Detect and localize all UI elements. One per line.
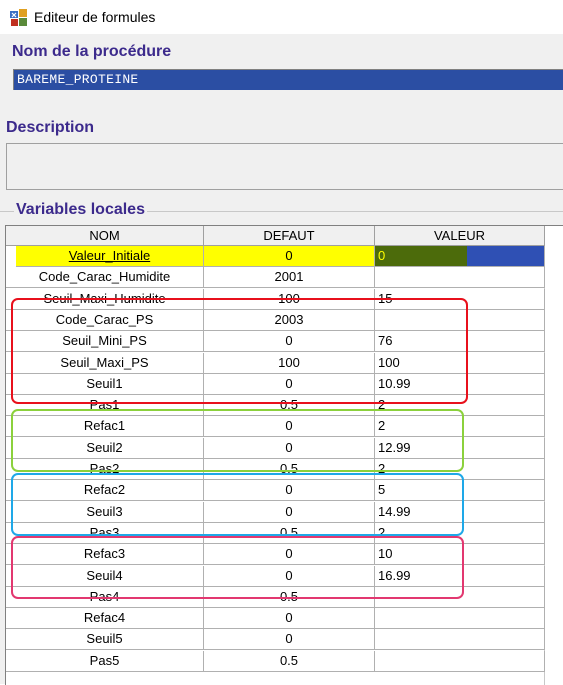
cell-defaut[interactable]: 0 [204,501,375,523]
cell-valeur[interactable]: 14.99 [375,501,545,523]
window-title: Editeur de formules [34,9,156,25]
table-row[interactable]: Refac1 0 2 [6,416,545,438]
cell-defaut[interactable]: 0 [204,416,375,438]
table-row[interactable]: Seuil4 0 16.99 [6,565,545,587]
cell-defaut[interactable]: 0.5 [204,459,375,480]
cell-valeur[interactable]: 2 [375,416,545,438]
cell-valeur[interactable]: 2 [375,459,545,480]
editor-panel: Nom de la procédure BAREME_PROTEINE Desc… [0,34,563,685]
cell-nom[interactable]: Seuil2 [6,437,204,459]
cell-valeur[interactable]: 0 [375,246,545,267]
table-row[interactable]: Seuil3 0 14.99 [6,501,545,523]
cell-nom[interactable]: Code_Carac_Humidite [6,267,204,289]
cell-valeur[interactable] [375,267,545,289]
cell-nom[interactable]: Refac2 [6,480,204,502]
cell-valeur[interactable]: 5 [375,480,545,502]
description-textarea[interactable] [6,143,563,190]
cell-valeur[interactable]: 12.99 [375,437,545,459]
cell-nom[interactable]: Seuil_Maxi_PS [6,352,204,374]
table-row[interactable]: Seuil_Maxi_PS 100 100 [6,352,545,374]
cell-defaut[interactable]: 0 [204,437,375,459]
cell-nom[interactable]: Seuil_Mini_PS [6,331,204,353]
local-variables-label: Variables locales [14,201,147,219]
cell-valeur[interactable] [375,650,545,672]
table-row[interactable]: Pas5 0.5 [6,650,545,672]
cell-defaut[interactable]: 0 [204,629,375,651]
cell-defaut[interactable]: 0.5 [204,650,375,672]
table-row[interactable]: Pas1 0.5 2 [6,395,545,417]
cell-valeur[interactable]: 15 [375,288,545,310]
cell-nom[interactable]: Refac1 [6,416,204,438]
cell-valeur[interactable]: 100 [375,352,545,374]
cell-nom[interactable]: Pas3 [6,522,204,544]
grid-header: NOM DEFAUT VALEUR [6,226,545,246]
cell-defaut[interactable]: 0.5 [204,586,375,608]
cell-valeur[interactable]: 10 [375,544,545,566]
grid-empty-area [544,226,563,685]
table-row[interactable]: Pas2 0.5 2 [6,459,545,480]
formula-editor-app-icon [10,9,27,26]
cell-nom[interactable]: Pas5 [6,650,204,672]
title-bar: Editeur de formules [0,0,563,34]
cell-defaut[interactable]: 0.5 [204,522,375,544]
cell-valeur[interactable]: 2 [375,522,545,544]
table-row[interactable]: Seuil_Mini_PS 0 76 [6,331,545,353]
table-row[interactable]: Code_Carac_Humidite 2001 [6,267,545,289]
cell-defaut[interactable]: 2001 [204,267,375,289]
cell-nom[interactable]: Seuil3 [6,501,204,523]
cell-nom[interactable]: Valeur_Initiale [16,246,204,267]
column-header-defaut[interactable]: DEFAUT [204,226,375,246]
column-header-nom[interactable]: NOM [6,226,204,246]
cell-defaut[interactable]: 2003 [204,309,375,331]
procedure-name-label: Nom de la procédure [12,43,172,60]
cell-defaut[interactable]: 100 [204,288,375,310]
cell-nom[interactable]: Pas4 [6,586,204,608]
table-row[interactable]: Valeur_Initiale 0 0 [6,246,545,267]
cell-nom[interactable]: Seuil5 [6,629,204,651]
table-row[interactable]: Refac2 0 5 [6,480,545,502]
cell-defaut[interactable]: 0 [204,544,375,566]
cell-nom[interactable]: Code_Carac_PS [6,309,204,331]
description-label: Description [6,119,95,136]
procedure-name-value: BAREME_PROTEINE [17,72,139,87]
cell-valeur[interactable] [375,309,545,331]
cell-defaut[interactable]: 0.5 [204,395,375,417]
cell-valeur[interactable] [375,629,545,651]
table-row[interactable]: Pas3 0.5 2 [6,522,545,544]
cell-valeur-editor[interactable]: 0 [375,246,467,266]
cell-defaut[interactable]: 0 [204,565,375,587]
column-header-valeur[interactable]: VALEUR [375,226,545,246]
cell-defaut[interactable]: 0 [204,608,375,630]
cell-defaut[interactable]: 0 [204,331,375,353]
table-row[interactable]: Refac3 0 10 [6,544,545,566]
table-row[interactable]: Code_Carac_PS 2003 [6,309,545,331]
cell-valeur[interactable]: 10.99 [375,373,545,395]
procedure-name-input[interactable]: BAREME_PROTEINE [13,69,563,90]
cell-defaut[interactable]: 0 [204,480,375,502]
table-row[interactable]: Pas4 0.5 [6,586,545,608]
cell-defaut[interactable]: 0 [204,246,375,267]
cell-nom[interactable]: Seuil4 [6,565,204,587]
table-row[interactable]: Seuil1 0 10.99 [6,373,545,395]
table-row[interactable]: Seuil_Maxi_Humidite 100 15 [6,288,545,310]
cell-valeur[interactable]: 76 [375,331,545,353]
table-row[interactable]: Seuil5 0 [6,629,545,651]
cell-nom[interactable]: Refac4 [6,608,204,630]
table-row[interactable]: Seuil2 0 12.99 [6,437,545,459]
cell-valeur[interactable]: 16.99 [375,565,545,587]
cell-nom[interactable]: Seuil1 [6,373,204,395]
cell-nom[interactable]: Refac3 [6,544,204,566]
cell-nom[interactable]: Seuil_Maxi_Humidite [6,288,204,310]
table-row[interactable]: Refac4 0 [6,608,545,630]
cell-defaut[interactable]: 100 [204,352,375,374]
cell-nom[interactable]: Pas1 [6,395,204,417]
cell-valeur[interactable] [375,608,545,630]
cell-nom[interactable]: Pas2 [6,459,204,480]
local-variables-grid[interactable]: NOM DEFAUT VALEUR Valeur_Initiale 0 0 Code_… [5,225,563,685]
cell-valeur[interactable]: 2 [375,395,545,417]
cell-defaut[interactable]: 0 [204,373,375,395]
cell-valeur[interactable] [375,586,545,608]
